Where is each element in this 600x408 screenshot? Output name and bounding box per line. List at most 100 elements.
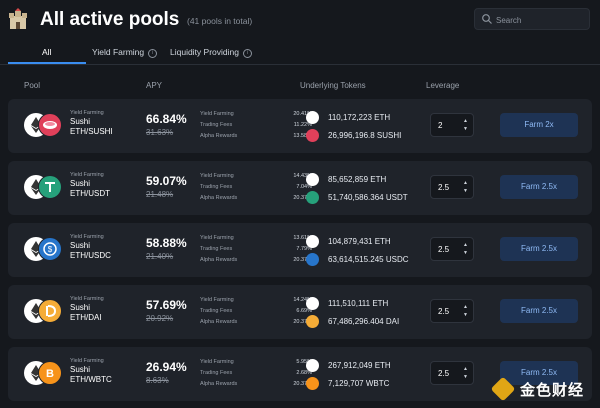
apy-value: 59.07% <box>146 174 187 188</box>
pool-type: Yield Farming <box>70 296 104 302</box>
pool-type: Yield Farming <box>70 234 104 240</box>
leverage-stepper[interactable]: 2.5 ▲ ▼ <box>430 175 474 199</box>
wbtc-icon: B <box>38 361 62 385</box>
watermark-logo-icon <box>490 376 516 402</box>
token-amount: 267,912,049 ETH <box>328 361 391 370</box>
apy: 58.88% 21.40% <box>146 236 187 261</box>
pool-row: Yield Farming Sushi ETH/DAI 57.69% 20.92… <box>8 285 592 339</box>
tab-label: All <box>42 47 52 57</box>
breakdown-label: Yield Farming <box>200 359 234 365</box>
breakdown-label: Trading Fees <box>200 308 233 314</box>
info-icon[interactable]: i <box>242 49 252 58</box>
decrement-icon[interactable]: ▼ <box>463 188 468 194</box>
breakdown-label: Trading Fees <box>200 184 233 190</box>
usdc-icon <box>306 253 319 266</box>
pool-name: Yield Farming Sushi ETH/USDT <box>70 172 110 199</box>
pool-pair: ETH/DAI <box>70 313 102 322</box>
token-amount: 67,486,296.404 DAI <box>328 317 400 326</box>
leverage-stepper[interactable]: 2.5 ▲ ▼ <box>430 361 474 385</box>
apy-breakdown: Yield Farming 13.61% Trading Fees 7.79% Al… <box>200 233 312 266</box>
apy-breakdown: Yield Farming 5.95% Trading Fees 2.68% Alp… <box>200 357 312 390</box>
increment-icon[interactable]: ▲ <box>463 242 468 248</box>
breakdown-label: Alpha Rewards <box>200 381 238 387</box>
leverage-stepper[interactable]: 2 ▲ ▼ <box>430 113 474 137</box>
underlying-token: 267,912,049 ETH <box>306 359 426 373</box>
tab-all[interactable]: All <box>42 47 51 57</box>
search-box[interactable] <box>474 8 590 30</box>
leverage-stepper[interactable]: 2.5 ▲ ▼ <box>430 299 474 323</box>
eth-icon <box>306 297 319 310</box>
dai-icon <box>306 315 319 328</box>
apy-breakdown: Yield Farming 14.43% Trading Fees 7.04% Al… <box>200 171 312 204</box>
usdt-icon <box>306 191 319 204</box>
apy-value: 57.69% <box>146 298 187 312</box>
breakdown-label: Yield Farming <box>200 235 234 241</box>
token-pair-icons <box>24 113 64 139</box>
breakdown-label: Alpha Rewards <box>200 319 238 325</box>
token-amount: 63,614,515.245 USDC <box>328 255 409 264</box>
farm-button[interactable]: Farm 2x <box>500 113 578 137</box>
leverage-value: 2.5 <box>438 245 450 254</box>
usdt-icon <box>38 175 62 199</box>
pool-name: Yield Farming Sushi ETH/USDC <box>70 234 111 261</box>
pool-dex: Sushi <box>70 179 91 188</box>
leverage-value: 2.5 <box>438 183 450 192</box>
increment-icon[interactable]: ▲ <box>463 304 468 310</box>
pool-type: Yield Farming <box>70 358 104 364</box>
breakdown-label: Alpha Rewards <box>200 195 238 201</box>
underlying-token: 26,996,196.8 SUSHI <box>306 129 426 143</box>
tab-label: Liquidity Providing <box>170 47 239 57</box>
increment-icon[interactable]: ▲ <box>463 180 468 186</box>
leverage-stepper[interactable]: 2.5 ▲ ▼ <box>430 237 474 261</box>
token-amount: 51,740,586.364 USDT <box>328 193 408 202</box>
eth-icon <box>306 173 319 186</box>
breakdown-label: Yield Farming <box>200 111 234 117</box>
decrement-icon[interactable]: ▼ <box>463 312 468 318</box>
pool-pair: ETH/USDT <box>70 189 110 198</box>
decrement-icon[interactable]: ▼ <box>463 126 468 132</box>
underlying-token: 111,510,111 ETH <box>306 297 426 311</box>
search-input[interactable] <box>494 12 588 28</box>
tab-yield-farming[interactable]: Yield Farming i <box>92 47 158 58</box>
increment-icon[interactable]: ▲ <box>463 118 468 124</box>
token-amount: 111,510,111 ETH <box>328 299 389 308</box>
sushi-icon <box>38 113 62 137</box>
breakdown-label: Trading Fees <box>200 246 233 252</box>
token-amount: 85,652,859 ETH <box>328 175 387 184</box>
column-header-pool: Pool <box>24 81 41 90</box>
dai-icon <box>38 299 62 323</box>
apy: 57.69% 20.92% <box>146 298 187 323</box>
farm-button[interactable]: Farm 2.5x <box>500 175 578 199</box>
pool-type: Yield Farming <box>70 110 104 116</box>
usdc-icon: $ <box>38 237 62 261</box>
eth-icon <box>306 111 319 124</box>
apy: 59.07% 21.48% <box>146 174 187 199</box>
pool-name: Yield Farming Sushi ETH/DAI <box>70 296 104 323</box>
underlying-token: 104,879,431 ETH <box>306 235 426 249</box>
pool-name: Yield Farming Sushi ETH/SUSHI <box>70 110 113 137</box>
tab-liquidity-providing[interactable]: Liquidity Providing i <box>170 47 252 58</box>
leverage-value: 2.5 <box>438 307 450 316</box>
apy-old-value: 8.63% <box>146 376 169 385</box>
pool-pair: ETH/SUSHI <box>70 127 113 136</box>
increment-icon[interactable]: ▲ <box>463 366 468 372</box>
breakdown-label: Alpha Rewards <box>200 257 238 263</box>
leverage-value: 2.5 <box>438 369 450 378</box>
watermark: 金色财经 <box>490 376 596 404</box>
pool-name: Yield Farming Sushi ETH/WBTC <box>70 358 112 385</box>
pool-dex: Sushi <box>70 365 91 374</box>
decrement-icon[interactable]: ▼ <box>463 250 468 256</box>
apy: 66.84% 31.63% <box>146 112 187 137</box>
breakdown-label: Alpha Rewards <box>200 133 238 139</box>
castle-logo-icon <box>9 8 27 29</box>
info-icon[interactable]: i <box>148 49 158 58</box>
decrement-icon[interactable]: ▼ <box>463 374 468 380</box>
farm-button[interactable]: Farm 2.5x <box>500 237 578 261</box>
pool-row: Yield Farming Sushi ETH/USDT 59.07% 21.4… <box>8 161 592 215</box>
pool-pair: ETH/WBTC <box>70 375 112 384</box>
tab-label: Yield Farming <box>92 47 145 57</box>
pool-row: Yield Farming Sushi ETH/SUSHI 66.84% 31.… <box>8 99 592 153</box>
token-pair-icons: B <box>24 361 64 387</box>
underlying-token: 85,652,859 ETH <box>306 173 426 187</box>
farm-button[interactable]: Farm 2.5x <box>500 299 578 323</box>
